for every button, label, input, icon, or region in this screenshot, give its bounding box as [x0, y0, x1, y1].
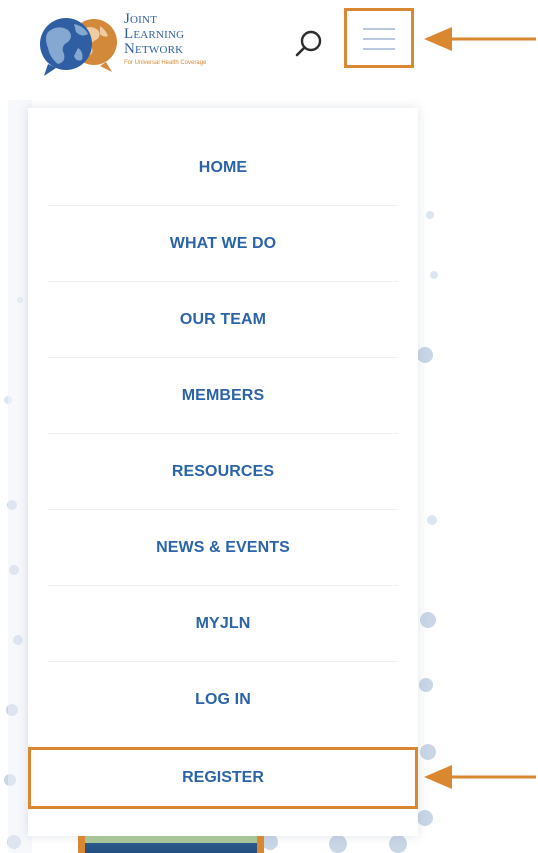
hamburger-bar-middle — [363, 38, 395, 40]
annotation-arrow-menu — [424, 27, 536, 51]
menu-item-news-events[interactable]: NEWS & EVENTS — [48, 510, 398, 586]
search-button[interactable] — [291, 26, 327, 62]
menu-item-resources[interactable]: RESOURCES — [48, 434, 398, 510]
hamburger-menu-button[interactable] — [344, 8, 414, 68]
jln-logo[interactable]: Joint Learning Network For Universal Hea… — [34, 10, 234, 76]
menu-item-what-we-do[interactable]: WHAT WE DO — [48, 206, 398, 282]
menu-item-members[interactable]: MEMBERS — [48, 358, 398, 434]
logo-line-1: Joint — [124, 11, 158, 27]
logo-line-3: Network — [124, 41, 184, 57]
logo-tagline: For Universal Health Coverage — [124, 60, 207, 66]
search-icon — [295, 30, 322, 57]
page: Joint Learning Network For Universal Hea… — [0, 0, 538, 853]
menu-item-myjln[interactable]: MYJLN — [48, 586, 398, 662]
partial-content-card — [78, 836, 264, 853]
menu-item-log-in[interactable]: LOG IN — [48, 662, 398, 738]
menu-item-home[interactable]: HOME — [48, 130, 398, 206]
logo-globes-icon — [40, 18, 117, 76]
logo-line-2: Learning — [124, 26, 185, 42]
hamburger-bar-top — [363, 28, 395, 30]
logo-text: Joint Learning Network For Universal Hea… — [124, 11, 234, 67]
hamburger-bar-bottom — [363, 48, 395, 50]
annotation-arrow-register — [424, 765, 536, 789]
menu-item-register[interactable]: REGISTER — [28, 747, 418, 809]
menu-item-our-team[interactable]: OUR TEAM — [48, 282, 398, 358]
navigation-menu: HOME WHAT WE DO OUR TEAM MEMBERS RESOURC… — [28, 108, 418, 836]
